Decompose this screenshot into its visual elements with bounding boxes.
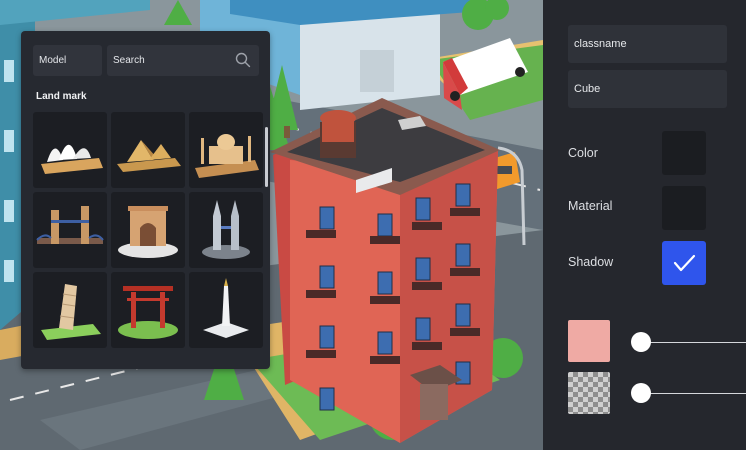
sydney-opera-house-model[interactable] <box>33 112 107 188</box>
pyramids-model[interactable] <box>111 112 185 188</box>
taj-mahal-model[interactable] <box>189 112 263 188</box>
search-box[interactable] <box>107 45 259 76</box>
material-swatch[interactable] <box>662 186 706 230</box>
color-chip-pink[interactable] <box>568 320 610 362</box>
checkmark-icon <box>673 254 696 272</box>
search-icon[interactable] <box>235 52 251 68</box>
model-tab-label: Model <box>39 55 67 66</box>
properties-panel: classname Cube Color Material Shadow <box>543 0 746 450</box>
model-tab[interactable]: Model <box>33 45 102 76</box>
tower-bridge-model[interactable] <box>33 192 107 268</box>
classname-field[interactable]: classname <box>568 25 727 63</box>
classname-value: classname <box>574 38 627 50</box>
shape-field[interactable]: Cube <box>568 70 727 108</box>
transparency-chip[interactable] <box>568 372 610 414</box>
section-title: Land mark <box>36 91 87 102</box>
shadow-checkbox[interactable] <box>662 241 706 285</box>
color-swatch[interactable] <box>662 131 706 175</box>
opacity-slider-handle[interactable] <box>631 383 651 403</box>
model-library-panel: Model Land mark <box>21 31 270 369</box>
obelisk-monument-model[interactable] <box>189 272 263 348</box>
shadow-label: Shadow <box>568 255 614 269</box>
torii-gate-model[interactable] <box>111 272 185 348</box>
material-label: Material <box>568 199 613 213</box>
leaning-tower-of-pisa-model[interactable] <box>33 272 107 348</box>
shape-value: Cube <box>574 83 601 95</box>
search-input[interactable] <box>113 55 223 66</box>
color-slider-track[interactable] <box>638 342 746 343</box>
opacity-slider-track[interactable] <box>638 393 746 394</box>
arc-de-triomphe-model[interactable] <box>111 192 185 268</box>
color-slider-handle[interactable] <box>631 332 651 352</box>
petronas-towers-model[interactable] <box>189 192 263 268</box>
color-label: Color <box>568 146 598 160</box>
library-scrollbar[interactable] <box>265 127 268 187</box>
